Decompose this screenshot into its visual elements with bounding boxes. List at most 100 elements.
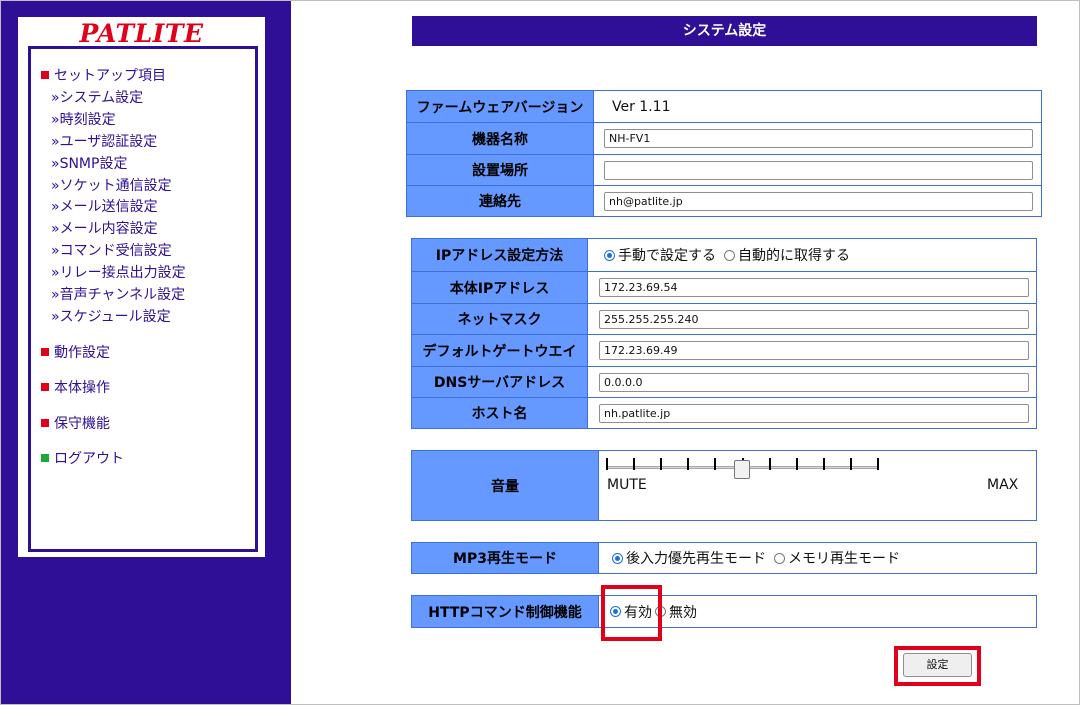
- red-bullet-icon: [41, 419, 49, 427]
- ip-method-manual-label: 手動で設定する: [618, 248, 716, 264]
- sidebar: PATLITE セットアップ項目 »システム設定 »時刻設定 »ユーザ認証設定 …: [1, 1, 291, 704]
- radio-selected-icon[interactable]: [604, 249, 615, 261]
- sidebar-item-time-settings[interactable]: »時刻設定: [51, 109, 116, 129]
- volume-min-label: MUTE: [607, 477, 647, 493]
- mp3-last-input-label: 後入力優先再生モード: [626, 551, 766, 567]
- sidebar-panel: PATLITE セットアップ項目 »システム設定 »時刻設定 »ユーザ認証設定 …: [18, 17, 265, 557]
- volume-slider-tick: [714, 458, 716, 470]
- http-enabled-highlight: [601, 585, 662, 641]
- menu-heading-operation-label: 動作設定: [54, 345, 110, 361]
- gateway-label: デフォルトゲートウエイ: [412, 335, 588, 366]
- sidebar-item-schedule[interactable]: »スケジュール設定: [51, 306, 171, 326]
- sidebar-item-mail-content[interactable]: »メール内容設定: [51, 218, 158, 238]
- sidebar-item-system-settings[interactable]: »システム設定: [51, 87, 143, 107]
- contact-row: 連絡先 nh@patlite.jp: [407, 185, 1041, 216]
- device-name-row: 機器名称 NH-FV1: [407, 122, 1041, 154]
- dns-label: DNSサーバアドレス: [412, 367, 588, 397]
- contact-input[interactable]: nh@patlite.jp: [604, 192, 1033, 211]
- ip-row: 本体IPアドレス 172.23.69.54: [412, 271, 1036, 303]
- http-disabled-label: 無効: [669, 604, 697, 621]
- http-table: HTTPコマンド制御機能 有効 無効: [411, 595, 1037, 628]
- sidebar-item-voice-channel[interactable]: »音声チャンネル設定: [51, 284, 185, 304]
- ip-method-manual-option[interactable]: 手動で設定する: [604, 245, 716, 265]
- radio-selected-icon[interactable]: [612, 552, 623, 564]
- sidebar-menu: セットアップ項目 »システム設定 »時刻設定 »ユーザ認証設定 »SNMP設定 …: [28, 46, 258, 552]
- host-input[interactable]: nh.patlite.jp: [599, 404, 1029, 423]
- device-info-table: ファームウェアバージョン Ver 1.11 機器名称 NH-FV1 設置場所 連…: [406, 90, 1042, 217]
- host-label: ホスト名: [412, 398, 588, 428]
- ip-method-auto-label: 自動的に取得する: [738, 248, 850, 264]
- volume-table: 音量: [411, 450, 1037, 521]
- volume-slider-tick: [850, 458, 852, 470]
- dns-row: DNSサーバアドレス 0.0.0.0: [412, 366, 1036, 397]
- ip-method-radio-group: 手動で設定する 自動的に取得する: [604, 245, 858, 265]
- menu-heading-maintenance[interactable]: 保守機能: [41, 413, 110, 433]
- menu-heading-device-control[interactable]: 本体操作: [41, 377, 110, 397]
- green-bullet-icon: [41, 454, 49, 462]
- sidebar-item-user-auth[interactable]: »ユーザ認証設定: [51, 131, 157, 151]
- menu-heading-device-control-label: 本体操作: [54, 380, 110, 396]
- mp3-label: MP3再生モード: [412, 543, 599, 573]
- netmask-input[interactable]: 255.255.255.240: [599, 310, 1029, 329]
- page-title: システム設定: [412, 16, 1037, 46]
- gateway-row: デフォルトゲートウエイ 172.23.69.49: [412, 334, 1036, 366]
- volume-label: 音量: [412, 451, 599, 520]
- location-row: 設置場所: [407, 154, 1041, 185]
- radio-unselected-icon[interactable]: [774, 552, 785, 564]
- location-input[interactable]: [604, 161, 1033, 180]
- mp3-row: MP3再生モード 後入力優先再生モード メモリ再生モード: [412, 543, 1036, 573]
- volume-slider-tick: [687, 458, 689, 470]
- volume-slider-thumb[interactable]: [734, 460, 750, 479]
- logout-link[interactable]: ログアウト: [41, 448, 124, 468]
- logout-label: ログアウト: [54, 451, 124, 467]
- red-bullet-icon: [41, 348, 49, 356]
- ip-address-input[interactable]: 172.23.69.54: [599, 278, 1029, 297]
- host-row: ホスト名 nh.patlite.jp: [412, 397, 1036, 428]
- http-row: HTTPコマンド制御機能 有効 無効: [412, 596, 1036, 627]
- volume-slider-tick: [660, 458, 662, 470]
- ip-method-label: IPアドレス設定方法: [412, 239, 588, 271]
- radio-unselected-icon[interactable]: [724, 249, 735, 261]
- firmware-label: ファームウェアバージョン: [407, 91, 594, 122]
- ip-method-row: IPアドレス設定方法 手動で設定する 自動的に取得する: [412, 239, 1036, 271]
- volume-slider-tick: [769, 458, 771, 470]
- red-bullet-icon: [41, 71, 49, 79]
- menu-heading-setup-label: セットアップ項目: [54, 68, 166, 84]
- device-name-label: 機器名称: [407, 123, 594, 154]
- menu-heading-operation[interactable]: 動作設定: [41, 342, 110, 362]
- sidebar-item-command-receive[interactable]: »コマンド受信設定: [51, 240, 172, 260]
- netmask-row: ネットマスク 255.255.255.240: [412, 303, 1036, 334]
- mp3-last-input-option[interactable]: 後入力優先再生モード: [612, 548, 766, 568]
- red-bullet-icon: [41, 383, 49, 391]
- mp3-memory-label: メモリ再生モード: [788, 551, 900, 567]
- dns-input[interactable]: 0.0.0.0: [599, 373, 1029, 392]
- device-name-input[interactable]: NH-FV1: [604, 129, 1033, 148]
- http-label: HTTPコマンド制御機能: [412, 596, 599, 627]
- menu-heading-setup: セットアップ項目: [41, 65, 166, 85]
- firmware-row: ファームウェアバージョン Ver 1.11: [407, 91, 1041, 122]
- sidebar-item-mail-send[interactable]: »メール送信設定: [51, 196, 158, 216]
- mp3-memory-option[interactable]: メモリ再生モード: [774, 548, 900, 568]
- volume-slider-tick: [796, 458, 798, 470]
- gateway-input[interactable]: 172.23.69.49: [599, 341, 1029, 360]
- network-table: IPアドレス設定方法 手動で設定する 自動的に取得する 本体IPアドレス 172…: [411, 238, 1037, 429]
- volume-max-label: MAX: [987, 477, 1019, 493]
- volume-row: 音量: [412, 451, 1036, 520]
- volume-slider-tick: [633, 458, 635, 470]
- ip-method-auto-option[interactable]: 自動的に取得する: [724, 245, 850, 265]
- mp3-radio-group: 後入力優先再生モード メモリ再生モード: [612, 548, 908, 568]
- volume-slider-tick: [823, 458, 825, 470]
- menu-heading-maintenance-label: 保守機能: [54, 416, 110, 432]
- sidebar-item-relay-output[interactable]: »リレー接点出力設定: [51, 262, 186, 282]
- netmask-label: ネットマスク: [412, 304, 588, 334]
- ip-address-label: 本体IPアドレス: [412, 272, 588, 303]
- sidebar-item-socket[interactable]: »ソケット通信設定: [51, 175, 172, 195]
- firmware-value: Ver 1.11: [612, 98, 671, 115]
- mp3-table: MP3再生モード 後入力優先再生モード メモリ再生モード: [411, 542, 1037, 574]
- volume-slider-tick: [877, 458, 879, 470]
- volume-slider-tick: [606, 458, 608, 470]
- sidebar-item-snmp[interactable]: »SNMP設定: [51, 153, 127, 173]
- patlite-logo: PATLITE: [79, 19, 204, 48]
- location-label: 設置場所: [407, 155, 594, 185]
- submit-button[interactable]: 設定: [903, 653, 972, 677]
